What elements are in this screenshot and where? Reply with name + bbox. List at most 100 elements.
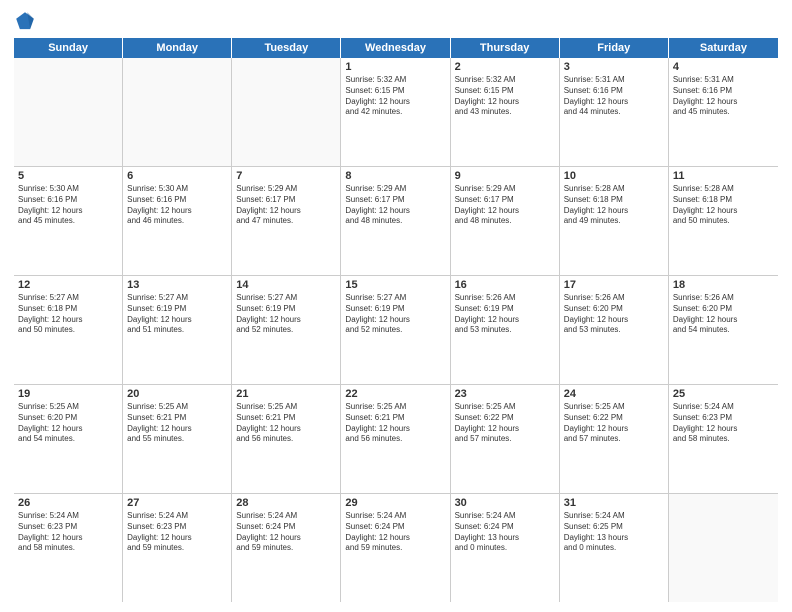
cell-info: Sunrise: 5:26 AM Sunset: 6:20 PM Dayligh… — [564, 293, 664, 336]
calendar-cell: 11 Sunrise: 5:28 AM Sunset: 6:18 PM Dayli… — [669, 167, 778, 275]
day-number: 20 — [127, 388, 227, 400]
page: SundayMondayTuesdayWednesdayThursdayFrid… — [0, 0, 792, 612]
calendar-cell: 7 Sunrise: 5:29 AM Sunset: 6:17 PM Daylig… — [232, 167, 341, 275]
day-number: 5 — [18, 170, 118, 182]
header — [14, 10, 778, 32]
calendar-cell: 26Sunrise: 5:24 AM Sunset: 6:23 PM Dayli… — [14, 494, 123, 602]
cell-info: Sunrise: 5:25 AM Sunset: 6:21 PM Dayligh… — [345, 402, 445, 445]
day-number: 3 — [564, 61, 664, 73]
calendar-cell: 13 Sunrise: 5:27 AM Sunset: 6:19 PM Dayli… — [123, 276, 232, 384]
calendar-cell — [669, 494, 778, 602]
weekday-header: Saturday — [669, 38, 778, 58]
cell-info: Sunrise: 5:31 AM Sunset: 6:16 PM Dayligh… — [564, 75, 664, 118]
day-number: 4 — [673, 61, 774, 73]
day-number: 14 — [236, 279, 336, 291]
day-number: 21 — [236, 388, 336, 400]
day-number: 16 — [455, 279, 555, 291]
day-number: 9 — [455, 170, 555, 182]
cell-info: Sunrise: 5:30 AM Sunset: 6:16 PM Dayligh… — [127, 184, 227, 227]
calendar-cell: 19 Sunrise: 5:25 AM Sunset: 6:20 PM Dayli… — [14, 385, 123, 493]
calendar-body: 1 Sunrise: 5:32 AM Sunset: 6:15 PM Daylig… — [14, 58, 778, 602]
cell-info: Sunrise: 5:28 AM Sunset: 6:18 PM Dayligh… — [673, 184, 774, 227]
day-number: 15 — [345, 279, 445, 291]
cell-info: Sunrise: 5:25 AM Sunset: 6:22 PM Dayligh… — [455, 402, 555, 445]
day-number: 19 — [18, 388, 118, 400]
cell-info: Sunrise: 5:28 AM Sunset: 6:18 PM Dayligh… — [564, 184, 664, 227]
cell-info: Sunrise: 5:24 AM Sunset: 6:24 PM Dayligh… — [236, 511, 336, 554]
calendar-cell — [232, 58, 341, 166]
calendar-cell: 2 Sunrise: 5:32 AM Sunset: 6:15 PM Daylig… — [451, 58, 560, 166]
calendar-cell: 17 Sunrise: 5:26 AM Sunset: 6:20 PM Dayli… — [560, 276, 669, 384]
day-number: 17 — [564, 279, 664, 291]
cell-info: Sunrise: 5:24 AM Sunset: 6:24 PM Dayligh… — [455, 511, 555, 554]
weekday-header: Wednesday — [341, 38, 450, 58]
cell-info: Sunrise: 5:29 AM Sunset: 6:17 PM Dayligh… — [455, 184, 555, 227]
day-number: 12 — [18, 279, 118, 291]
day-number: 8 — [345, 170, 445, 182]
calendar-cell: 1 Sunrise: 5:32 AM Sunset: 6:15 PM Daylig… — [341, 58, 450, 166]
day-number: 30 — [455, 497, 555, 509]
calendar-cell: 18 Sunrise: 5:26 AM Sunset: 6:20 PM Dayli… — [669, 276, 778, 384]
calendar-cell: 16Sunrise: 5:26 AM Sunset: 6:19 PM Dayli… — [451, 276, 560, 384]
calendar-cell — [14, 58, 123, 166]
day-number: 22 — [345, 388, 445, 400]
weekday-header: Sunday — [14, 38, 123, 58]
day-number: 18 — [673, 279, 774, 291]
day-number: 2 — [455, 61, 555, 73]
calendar-row: 19 Sunrise: 5:25 AM Sunset: 6:20 PM Dayli… — [14, 385, 778, 494]
calendar-row: 1 Sunrise: 5:32 AM Sunset: 6:15 PM Daylig… — [14, 58, 778, 167]
cell-info: Sunrise: 5:27 AM Sunset: 6:19 PM Dayligh… — [127, 293, 227, 336]
cell-info: Sunrise: 5:24 AM Sunset: 6:23 PM Dayligh… — [673, 402, 774, 445]
calendar-cell: 8Sunrise: 5:29 AM Sunset: 6:17 PM Daylig… — [341, 167, 450, 275]
cell-info: Sunrise: 5:27 AM Sunset: 6:19 PM Dayligh… — [345, 293, 445, 336]
calendar-cell: 30 Sunrise: 5:24 AM Sunset: 6:24 PM Dayli… — [451, 494, 560, 602]
cell-info: Sunrise: 5:32 AM Sunset: 6:15 PM Dayligh… — [345, 75, 445, 118]
cell-info: Sunrise: 5:29 AM Sunset: 6:17 PM Dayligh… — [236, 184, 336, 227]
logo-icon — [14, 10, 36, 32]
calendar-cell: 25 Sunrise: 5:24 AM Sunset: 6:23 PM Dayli… — [669, 385, 778, 493]
calendar-cell: 27Sunrise: 5:24 AM Sunset: 6:23 PM Dayli… — [123, 494, 232, 602]
calendar-cell: 9 Sunrise: 5:29 AM Sunset: 6:17 PM Daylig… — [451, 167, 560, 275]
cell-info: Sunrise: 5:25 AM Sunset: 6:21 PM Dayligh… — [127, 402, 227, 445]
weekday-header: Thursday — [451, 38, 560, 58]
weekday-header: Tuesday — [232, 38, 341, 58]
day-number: 1 — [345, 61, 445, 73]
calendar-cell: 4 Sunrise: 5:31 AM Sunset: 6:16 PM Daylig… — [669, 58, 778, 166]
day-number: 7 — [236, 170, 336, 182]
calendar-row: 5 Sunrise: 5:30 AM Sunset: 6:16 PM Daylig… — [14, 167, 778, 276]
calendar: SundayMondayTuesdayWednesdayThursdayFrid… — [14, 38, 778, 602]
calendar-cell: 3 Sunrise: 5:31 AM Sunset: 6:16 PM Daylig… — [560, 58, 669, 166]
calendar-cell: 21 Sunrise: 5:25 AM Sunset: 6:21 PM Dayli… — [232, 385, 341, 493]
logo — [14, 10, 40, 32]
day-number: 13 — [127, 279, 227, 291]
calendar-cell: 31 Sunrise: 5:24 AM Sunset: 6:25 PM Dayli… — [560, 494, 669, 602]
cell-info: Sunrise: 5:27 AM Sunset: 6:19 PM Dayligh… — [236, 293, 336, 336]
cell-info: Sunrise: 5:25 AM Sunset: 6:22 PM Dayligh… — [564, 402, 664, 445]
day-number: 23 — [455, 388, 555, 400]
cell-info: Sunrise: 5:32 AM Sunset: 6:15 PM Dayligh… — [455, 75, 555, 118]
calendar-cell: 20 Sunrise: 5:25 AM Sunset: 6:21 PM Dayli… — [123, 385, 232, 493]
cell-info: Sunrise: 5:24 AM Sunset: 6:24 PM Dayligh… — [345, 511, 445, 554]
cell-info: Sunrise: 5:24 AM Sunset: 6:23 PM Dayligh… — [18, 511, 118, 554]
cell-info: Sunrise: 5:31 AM Sunset: 6:16 PM Dayligh… — [673, 75, 774, 118]
cell-info: Sunrise: 5:26 AM Sunset: 6:20 PM Dayligh… — [673, 293, 774, 336]
cell-info: Sunrise: 5:25 AM Sunset: 6:20 PM Dayligh… — [18, 402, 118, 445]
calendar-cell — [123, 58, 232, 166]
day-number: 25 — [673, 388, 774, 400]
calendar-cell: 22 Sunrise: 5:25 AM Sunset: 6:21 PM Dayli… — [341, 385, 450, 493]
day-number: 24 — [564, 388, 664, 400]
calendar-cell: 23 Sunrise: 5:25 AM Sunset: 6:22 PM Dayli… — [451, 385, 560, 493]
cell-info: Sunrise: 5:24 AM Sunset: 6:25 PM Dayligh… — [564, 511, 664, 554]
day-number: 31 — [564, 497, 664, 509]
calendar-cell: 29Sunrise: 5:24 AM Sunset: 6:24 PM Dayli… — [341, 494, 450, 602]
calendar-row: 26Sunrise: 5:24 AM Sunset: 6:23 PM Dayli… — [14, 494, 778, 602]
cell-info: Sunrise: 5:27 AM Sunset: 6:18 PM Dayligh… — [18, 293, 118, 336]
day-number: 10 — [564, 170, 664, 182]
calendar-cell: 24 Sunrise: 5:25 AM Sunset: 6:22 PM Dayli… — [560, 385, 669, 493]
day-number: 11 — [673, 170, 774, 182]
cell-info: Sunrise: 5:25 AM Sunset: 6:21 PM Dayligh… — [236, 402, 336, 445]
calendar-cell: 15 Sunrise: 5:27 AM Sunset: 6:19 PM Dayli… — [341, 276, 450, 384]
calendar-cell: 10 Sunrise: 5:28 AM Sunset: 6:18 PM Dayli… — [560, 167, 669, 275]
day-number: 27 — [127, 497, 227, 509]
calendar-cell: 6Sunrise: 5:30 AM Sunset: 6:16 PM Daylig… — [123, 167, 232, 275]
